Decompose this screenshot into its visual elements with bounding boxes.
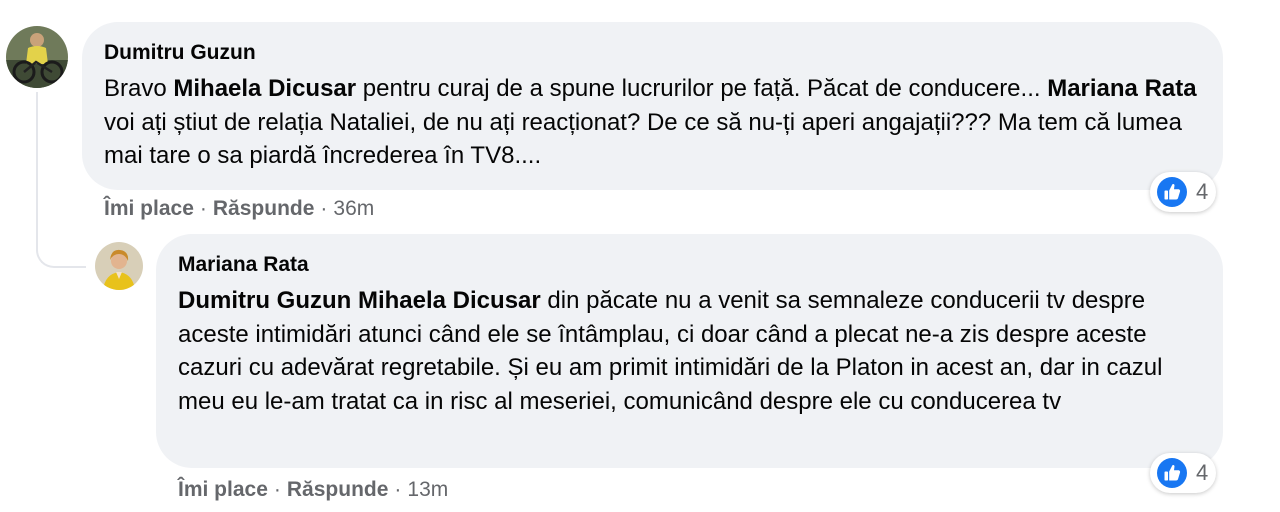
comment-bubble: Dumitru Guzun Bravo Mihaela Dicusar pent… [82,22,1223,190]
comment-text-segment: Bravo [104,75,174,102]
comment-author[interactable]: Mariana Rata [178,252,1201,278]
reply-thread-line [36,92,86,268]
avatar[interactable] [95,242,143,290]
comment-text: Bravo Mihaela Dicusar pentru curaj de a … [104,72,1201,173]
mention-link[interactable]: Mihaela Dicusar [358,287,541,314]
separator: · [394,478,402,501]
comment-text-segment: voi ați știut de relația Nataliei, de nu… [104,108,1182,170]
reaction-summary[interactable]: 4 [1150,453,1217,493]
reaction-summary[interactable]: 4 [1150,172,1217,212]
separator: · [273,478,281,501]
comment-text-segment: pentru curaj de a spune lucrurilor pe fa… [356,75,1048,102]
mention-link[interactable]: Dumitru Guzun [178,287,351,314]
comment-text-segment [351,287,358,314]
comment-actions: Îmi place · Răspunde · 13m [178,477,448,503]
mention-link[interactable]: Mariana Rata [1047,75,1196,102]
like-link[interactable]: Îmi place [178,478,268,501]
reaction-count: 4 [1196,460,1209,485]
thumbs-up-icon [1157,458,1187,488]
reply-link[interactable]: Răspunde [287,478,389,501]
thumbs-up-icon [1157,177,1187,207]
like-link[interactable]: Îmi place [104,197,194,220]
separator: · [199,197,207,220]
comment-actions: Îmi place · Răspunde · 36m [104,196,374,222]
timestamp[interactable]: 36m [333,197,374,220]
reply-link[interactable]: Răspunde [213,197,315,220]
mention-link[interactable]: Mihaela Dicusar [173,75,356,102]
avatar[interactable] [6,26,68,88]
timestamp[interactable]: 13m [407,478,448,501]
reaction-count: 4 [1196,179,1209,204]
comment-author[interactable]: Dumitru Guzun [104,40,1201,66]
reply-bubble: Mariana Rata Dumitru Guzun Mihaela Dicus… [156,234,1223,468]
comment-text: Dumitru Guzun Mihaela Dicusar din păcate… [178,284,1201,418]
separator: · [320,197,328,220]
